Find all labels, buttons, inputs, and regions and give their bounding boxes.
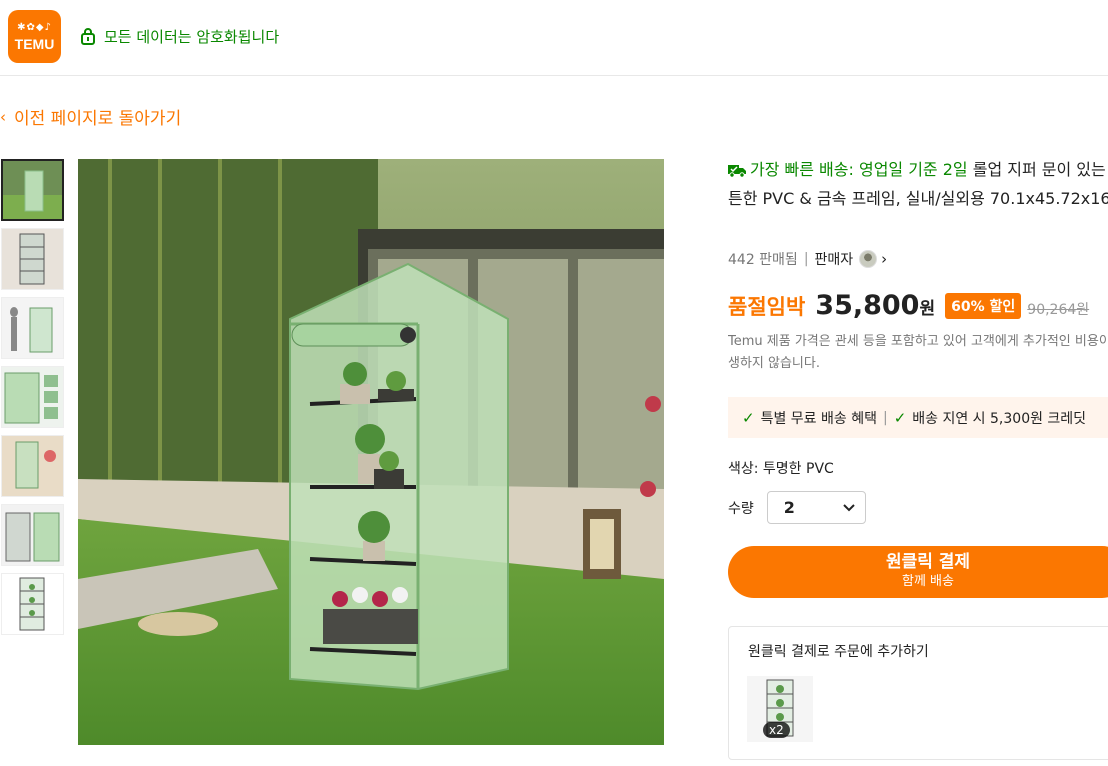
lock-icon — [81, 28, 95, 45]
greenhouse-photo — [78, 159, 664, 745]
check-icon: ✓ — [742, 408, 755, 427]
sold-info: 442 판매됨 | 판매자 › — [728, 249, 887, 269]
fast-shipping-label: 가장 빠른 배송: 영업일 기준 2일 — [750, 160, 968, 179]
buy-button-sublabel: 함께 배송 — [902, 574, 954, 589]
thumbnail-6[interactable] — [1, 504, 64, 566]
back-link[interactable]: ‹ 이전 페이지로 돌아가기 — [0, 104, 182, 130]
thumbnail-1[interactable] — [1, 159, 64, 221]
price-row: 품절임박 35,800 원 60% 할인 90,264원 — [728, 290, 1089, 322]
quantity-value: 2 — [783, 498, 795, 517]
separator: | — [803, 251, 809, 267]
back-label: 이전 페이지로 돌아가기 — [14, 109, 182, 129]
add-panel-thumbnail[interactable]: x2 — [747, 676, 813, 742]
price-note: Temu 제품 가격은 관세 등을 포함하고 있어 고객에게 추가적인 비용이 … — [728, 334, 1108, 371]
truck-icon — [728, 165, 746, 178]
price-currency: 원 — [919, 299, 936, 319]
quantity-label: 수량 — [728, 500, 754, 517]
sold-count: 442 판매됨 — [728, 252, 798, 268]
almost-sold-out-label: 품절임박 — [728, 295, 806, 319]
thumbnail-image — [2, 367, 63, 427]
product-info: 가장 빠른 배송: 영업일 기준 2일 롤업 지퍼 문이 있는 4단 미니 온실… — [728, 0, 1108, 766]
color-option: 색상: 투명한 PVC — [728, 461, 834, 477]
thumbnail-image — [3, 161, 62, 219]
original-price: 90,264원 — [1027, 302, 1090, 318]
quantity-select[interactable]: 2 — [766, 491, 866, 524]
benefit-banner[interactable]: ✓ 특별 무료 배송 혜택 | ✓ 배송 지연 시 5,300원 크레딧 — [728, 397, 1108, 438]
thumbnail-3[interactable] — [1, 297, 64, 359]
add-to-order-panel: 원클릭 결제로 주문에 추가하기 x2 — [728, 626, 1108, 760]
benefit-delay-credit: 배송 지연 시 5,300원 크레딧 — [912, 410, 1087, 427]
quantity-row: 수량 2 — [728, 491, 866, 524]
benefit-free-shipping: 특별 무료 배송 혜택 — [760, 410, 877, 427]
secure-text: 모든 데이터는 암호화됩니다 — [104, 27, 280, 46]
thumbnail-image — [2, 436, 63, 496]
discount-badge: 60% 할인 — [945, 293, 1022, 319]
chevron-down-icon — [843, 503, 855, 511]
buy-button-label: 원클릭 결제 — [885, 552, 971, 572]
price-value: 35,800 — [815, 290, 920, 321]
thumbnail-4[interactable] — [1, 366, 64, 428]
temu-logo[interactable]: ✱✿◆♪ TEMU — [8, 10, 61, 63]
separator: | — [882, 409, 888, 426]
logo-text: TEMU — [14, 36, 55, 52]
logo-glyphs-icon: ✱✿◆♪ — [17, 22, 52, 33]
thumbnail-5[interactable] — [1, 435, 64, 497]
one-click-buy-button[interactable]: 원클릭 결제 함께 배송 — [728, 546, 1108, 598]
chevron-left-icon: ‹ — [0, 107, 6, 126]
thumbnail-image — [2, 505, 63, 565]
add-panel-title: 원클릭 결제로 주문에 추가하기 — [748, 644, 929, 660]
thumbnail-image — [2, 229, 63, 289]
main-product-image[interactable] — [78, 159, 664, 745]
thumbnail-2[interactable] — [1, 228, 64, 290]
quantity-badge: x2 — [763, 722, 790, 738]
thumbnail-7[interactable] — [1, 573, 64, 635]
seller-avatar[interactable] — [859, 250, 878, 268]
seller-label[interactable]: 판매자 — [815, 249, 854, 269]
check-icon: ✓ — [893, 408, 907, 427]
chevron-right-icon[interactable]: › — [881, 250, 887, 268]
thumbnail-image — [2, 574, 63, 634]
secure-notice: 모든 데이터는 암호화됩니다 — [80, 25, 279, 47]
product-title: 가장 빠른 배송: 영업일 기준 2일 롤업 지퍼 문이 있는 4단 미니 온실… — [728, 155, 1108, 213]
thumbnail-image — [2, 298, 63, 358]
